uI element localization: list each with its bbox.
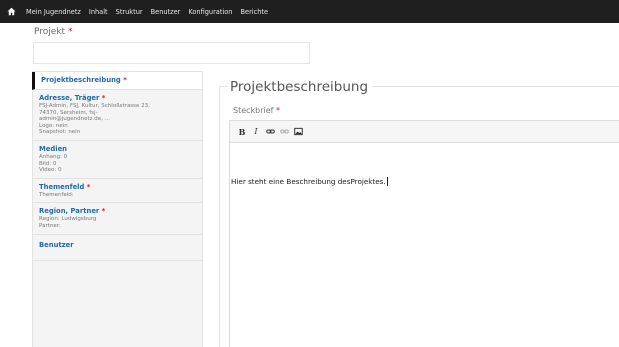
rich-text-editor: B I Hier steht eine Beschreibung desProj… — [229, 120, 619, 347]
tab-medien[interactable]: Medien Anhang: 0 Bild: 0 Video: 0 — [33, 141, 202, 179]
tab-summary-line: Partner: — [39, 222, 61, 229]
menu-struktur[interactable]: Struktur — [116, 8, 143, 16]
tab-title: Region, Partner — [39, 207, 100, 216]
projekt-input[interactable] — [33, 42, 310, 64]
tab-summary-line: admin@jugendnetz.de, ... — [39, 116, 110, 123]
tab-title: Adresse, Träger — [39, 94, 100, 102]
menu-konfiguration[interactable]: Konfiguration — [188, 8, 232, 16]
home-icon[interactable] — [0, 0, 22, 23]
tab-adresse-traeger[interactable]: Adresse, Träger * FSJ-Admin, FSJ, Kultur… — [33, 90, 202, 141]
tab-summary-line: Snapshot: nein — [39, 129, 81, 136]
tab-title: Medien — [39, 144, 68, 153]
editor-text: Hier steht eine Beschreibung desProjekte… — [231, 177, 386, 186]
tab-benutzer[interactable]: Benutzer — [33, 235, 202, 261]
unlink-icon[interactable] — [278, 126, 290, 138]
tab-summary-line: 74370, Sersheim, fsj- — [39, 109, 98, 116]
required-mark: * — [276, 106, 281, 115]
tab-projektbeschreibung[interactable]: Projektbeschreibung * — [32, 72, 202, 90]
tab-title: Benutzer — [39, 240, 74, 249]
admin-toolbar: Mein Jugendnetz Inhalt Struktur Benutzer… — [0, 0, 619, 23]
editor-content[interactable]: Hier steht eine Beschreibung desProjekte… — [230, 143, 619, 186]
menu-berichte[interactable]: Berichte — [240, 8, 268, 16]
required-mark: * — [101, 94, 106, 102]
italic-button[interactable]: I — [250, 126, 262, 138]
tab-themenfeld[interactable]: Themenfeld * Themenfeld: — [33, 179, 202, 204]
steckbrief-label-text: Steckbrief — [233, 106, 274, 115]
tab-summary-line: Bild: 0 — [39, 160, 57, 167]
link-icon[interactable] — [264, 126, 276, 138]
image-icon[interactable] — [292, 126, 304, 138]
menu-inhalt[interactable]: Inhalt — [89, 8, 108, 16]
vertical-tabs: Projektbeschreibung * Adresse, Träger * … — [32, 71, 203, 347]
projekt-label: Projekt * — [34, 27, 72, 37]
tab-summary-line: Logo: nein — [39, 122, 68, 129]
tab-summary-line: Anhang: 0 — [39, 153, 68, 160]
tab-title: Projektbeschreibung — [41, 76, 121, 84]
required-mark: * — [67, 27, 73, 37]
required-mark: * — [123, 76, 127, 84]
projekt-label-text: Projekt — [34, 27, 66, 37]
steckbrief-label: Steckbrief * — [233, 106, 280, 115]
section-legend: Projektbeschreibung — [228, 79, 373, 95]
menu-mein-jugendnetz[interactable]: Mein Jugendnetz — [26, 8, 81, 16]
tab-region-partner[interactable]: Region, Partner * Region: Ludwigsburg Pa… — [33, 203, 202, 235]
required-mark: * — [101, 207, 106, 216]
tab-summary-line: FSJ-Admin, FSJ, Kultur, Schloßstrasse 23… — [39, 103, 150, 109]
menu-benutzer[interactable]: Benutzer — [151, 8, 181, 16]
bold-button[interactable]: B — [236, 126, 248, 138]
required-mark: * — [86, 182, 91, 191]
tab-summary-line: Themenfeld: — [39, 191, 74, 198]
tab-summary-line: Region: Ludwigsburg — [39, 216, 97, 223]
editor-toolbar: B I — [230, 121, 619, 143]
tab-title: Themenfeld — [39, 182, 85, 191]
tab-summary-line: Video: 0 — [39, 167, 62, 174]
text-caret — [386, 177, 388, 186]
